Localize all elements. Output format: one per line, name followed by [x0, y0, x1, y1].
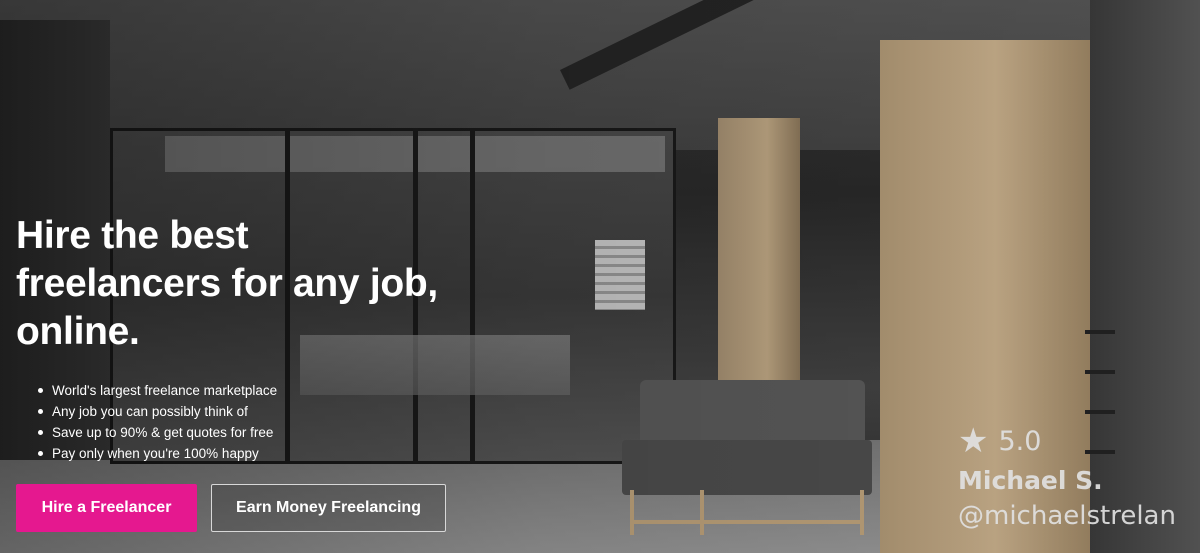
rating-row: ★ 5.0 [958, 420, 1176, 462]
bullet-icon [38, 430, 43, 435]
hero-headline: Hire the best freelancers for any job, o… [16, 212, 536, 356]
feature-text: Pay only when you're 100% happy [52, 446, 259, 461]
rating-value: 5.0 [998, 425, 1042, 457]
bullet-icon [38, 388, 43, 393]
feature-text: World's largest freelance marketplace [52, 383, 278, 398]
feature-text: Any job you can possibly think of [52, 404, 248, 419]
feature-item: Pay only when you're 100% happy [36, 443, 277, 464]
star-icon: ★ [958, 421, 989, 461]
bullet-icon [38, 451, 43, 456]
author-handle[interactable]: @michaelstrelan [958, 501, 1176, 531]
bullet-icon [38, 409, 43, 414]
headline-line: Hire the best [16, 214, 249, 257]
feature-text: Save up to 90% & get quotes for free [52, 425, 274, 440]
image-attribution: ★ 5.0 Michael S. @michaelstrelan [958, 420, 1176, 531]
headline-line: freelancers for any job, [16, 262, 438, 305]
feature-item: Any job you can possibly think of [36, 401, 277, 422]
hire-freelancer-button[interactable]: Hire a Freelancer [16, 484, 197, 532]
feature-item: World's largest freelance marketplace [36, 380, 277, 401]
feature-list: World's largest freelance marketplace An… [36, 380, 277, 464]
hero-section: Hire the best freelancers for any job, o… [0, 0, 1200, 553]
headline-line: online. [16, 310, 140, 353]
earn-money-freelancing-button[interactable]: Earn Money Freelancing [211, 484, 446, 532]
author-name: Michael S. [958, 466, 1103, 495]
feature-item: Save up to 90% & get quotes for free [36, 422, 277, 443]
